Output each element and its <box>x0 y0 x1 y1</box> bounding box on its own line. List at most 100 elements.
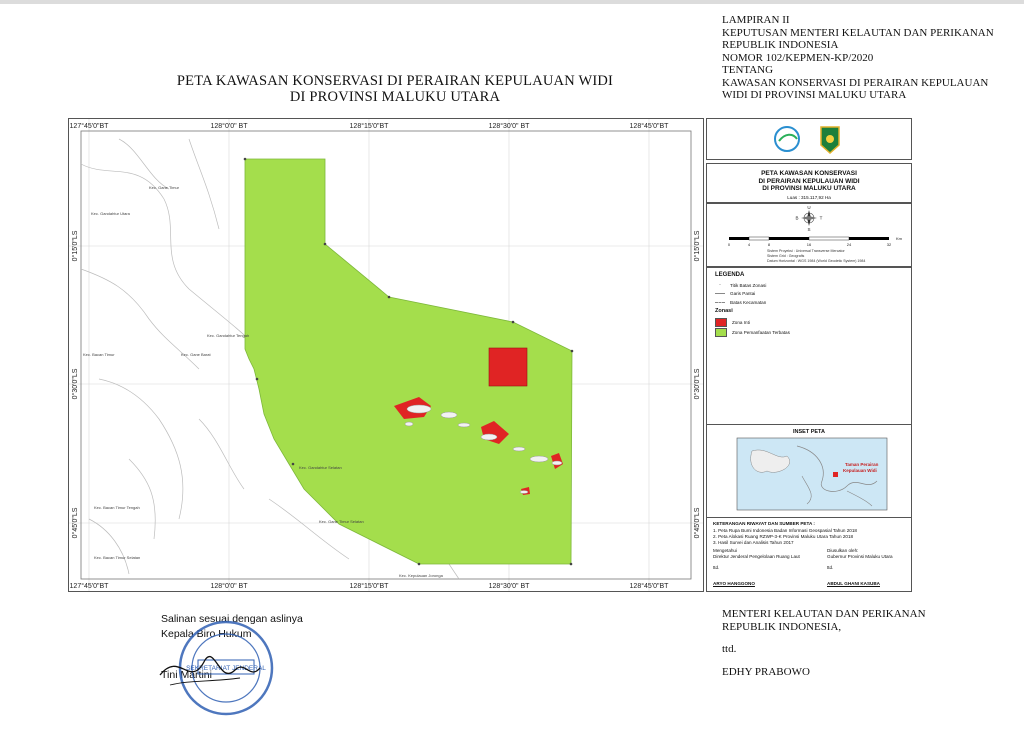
compass-s: S <box>807 227 810 232</box>
inset-label: Kepulauan Widi <box>843 468 877 473</box>
side-title: DI PERAIRAN KEPULAUAN WIDI <box>758 177 860 185</box>
header-line: KEPUTUSAN MENTERI KELAUTAN DAN PERIKANAN <box>722 26 994 39</box>
signature-right: MENTERI KELAUTAN DAN PERIKANAN REPUBLIK … <box>722 608 926 678</box>
map-title: PETA KAWASAN KONSERVASI DI PERAIRAN KEPU… <box>140 73 650 105</box>
ttd-text: ttd. <box>722 643 737 655</box>
header-line: REPUBLIK INDONESIA <box>722 39 839 51</box>
dashed-line-symbol-icon <box>715 302 725 303</box>
compass-e: T <box>820 216 823 221</box>
lon-label: 128°30'0" BT <box>489 582 531 590</box>
lat-label: 0°45'0"LS <box>71 507 79 538</box>
lon-label: 128°15'0"BT <box>350 582 390 590</box>
inset-title: INSET PETA <box>793 429 825 435</box>
place-label: Kec. Bacan Timur Selatan <box>94 555 140 560</box>
header-line: KAWASAN KONSERVASI DI PERAIRAN KEPULAUAN <box>722 76 989 89</box>
inset-label: Taman Perairan <box>845 462 879 467</box>
legend-label: Garis Pantai <box>730 291 756 296</box>
legend-item: Zona Inti <box>715 318 750 327</box>
map-title-line: DI PROVINSI MALUKU UTARA <box>289 89 501 105</box>
compass-n: U <box>807 205 810 210</box>
header-lampiran: LAMPIRAN II <box>722 14 790 26</box>
projection-info: Sistem Grid : Geografis <box>767 254 805 258</box>
legend-label: Batas Kecamatan <box>730 300 767 305</box>
scale-tick: 24 <box>847 242 852 247</box>
point-symbol-icon: · <box>719 282 721 288</box>
document-header: LAMPIRAN II KEPUTUSAN MENTERI KELAUTAN D… <box>722 14 994 102</box>
place-label: Kec. Gane Barat <box>181 352 211 357</box>
place-label: Kec. Gandahtur Selatan <box>299 465 342 470</box>
inset-panel: INSET PETA Taman Perairan Kepulauan Widi <box>706 424 912 519</box>
inset-map: Taman Perairan Kepulauan Widi <box>736 437 888 511</box>
maluku-utara-logo-icon <box>820 126 840 155</box>
legend-item: · Titik Batas Zonasi <box>715 282 766 288</box>
lon-label: 128°30'0" BT <box>489 122 531 130</box>
name-left: ARYO HANGGONO <box>713 581 755 586</box>
lat-label: 0°30'0"LS <box>693 368 701 399</box>
lat-label: 0°30'0"LS <box>71 368 79 399</box>
legend-label: Zona Pemanfaatan Terbatas <box>732 330 790 335</box>
place-label: Kec. Gane Timur Selatan <box>319 519 364 524</box>
top-border <box>0 0 1024 4</box>
lat-label: 0°45'0"LS <box>693 507 701 538</box>
menteri-title: MENTERI KELAUTAN DAN PERIKANAN <box>722 608 926 620</box>
compass-w: B <box>795 216 798 221</box>
legend-label: Titik Batas Zonasi <box>730 282 767 288</box>
map-frame: 127°45'0"BT 128°0'0" BT 128°15'0"BT 128°… <box>68 118 704 592</box>
place-label: Kec. Gane Timur <box>149 185 180 190</box>
place-label: Kec. Kepulauan Joronga <box>399 573 444 578</box>
lon-label: 128°45'0"BT <box>630 122 670 130</box>
lat-label: 0°15'0"LS <box>71 230 79 261</box>
ri-title: REPUBLIK INDONESIA, <box>722 620 842 633</box>
legend-title: LEGENDA <box>715 272 745 278</box>
scale-tick: 16 <box>807 242 812 247</box>
zonasi-title: Zonasi <box>715 308 733 314</box>
name-right: ABDUL GHANI KASUBA <box>827 581 880 586</box>
lon-label: 127°45'0"BT <box>70 582 110 590</box>
legend-item: Batas Kecamatan <box>715 300 766 305</box>
scale-unit: Km <box>896 236 903 241</box>
info-item: 3. Hasil Survei dan Analisis Tahun 2017 <box>713 540 794 545</box>
lon-label: 127°45'0"BT <box>70 122 110 130</box>
header-line: TENTANG <box>722 64 774 76</box>
place-label: Kec. Gandahtur Utara <box>91 211 131 216</box>
zona-inti-swatch <box>715 318 727 327</box>
side-title: DI PROVINSI MALUKU UTARA <box>762 185 856 192</box>
scale-tick: 0 <box>728 242 731 247</box>
side-title-panel: PETA KAWASAN KONSERVASI DI PERAIRAN KEPU… <box>706 163 912 203</box>
compass-rose-icon <box>801 210 817 226</box>
lon-label: 128°45'0"BT <box>630 582 670 590</box>
legend-item: Zona Pemanfaatan Terbatas <box>715 328 790 337</box>
info-panel: KETERANGAN RIWAYAT DAN SUMBER PETA : 1. … <box>706 517 912 592</box>
side-title: PETA KAWASAN KONSERVASI <box>761 170 857 177</box>
lon-label: 128°0'0" BT <box>211 122 249 130</box>
map-title-line: PETA KAWASAN KONSERVASI DI PERAIRAN KEPU… <box>176 73 614 89</box>
line-symbol-icon <box>715 293 725 294</box>
legend-label: Zona Inti <box>732 320 750 325</box>
logo-panel <box>706 118 912 160</box>
scale-compass: U S B T 0 4 8 16 24 32 Km Sistem Proyeks… <box>728 205 903 263</box>
place-label: Kec. Bacan Timur Tengah <box>94 505 140 510</box>
legend-item: Garis Pantai <box>715 291 755 296</box>
ttd-right: ttd. <box>827 565 834 570</box>
logos <box>774 126 840 155</box>
handwritten-signature <box>159 656 261 686</box>
scale-tick: 4 <box>748 242 751 247</box>
luas-value: Luas : 315.117,92 Ha <box>787 194 831 200</box>
lat-label: 0°15'0"LS <box>693 230 701 261</box>
scale-panel: U S B T 0 4 8 16 24 32 Km Sistem Proyeks… <box>706 203 912 267</box>
projection-info: Datum Horizontal : WGS 1984 (World Geode… <box>767 259 865 263</box>
direktur-label: Direktur Jenderal Pengelolaan Ruang Laut <box>713 554 800 559</box>
lon-label: 128°15'0"BT <box>350 122 390 130</box>
kkp-logo-icon <box>774 126 800 152</box>
scale-tick: 8 <box>768 242 771 247</box>
place-label: Kec. Bacan Timur <box>83 352 115 357</box>
lon-label: 128°0'0" BT <box>211 582 249 590</box>
projection-info: Sistem Proyeksi : Universal Transverse M… <box>767 249 845 253</box>
map-canvas: 127°45'0"BT 128°0'0" BT 128°15'0"BT 128°… <box>69 119 703 591</box>
legend-panel: LEGENDA · Titik Batas Zonasi Garis Panta… <box>706 267 912 426</box>
scale-bar <box>729 236 889 241</box>
info-title: KETERANGAN RIWAYAT DAN SUMBER PETA : <box>713 521 815 526</box>
ttd-left: ttd. <box>713 565 720 570</box>
gubernur-label: Gubernur Provinsi Maluku Utara <box>827 554 893 559</box>
zona-inti-block <box>488 347 528 387</box>
